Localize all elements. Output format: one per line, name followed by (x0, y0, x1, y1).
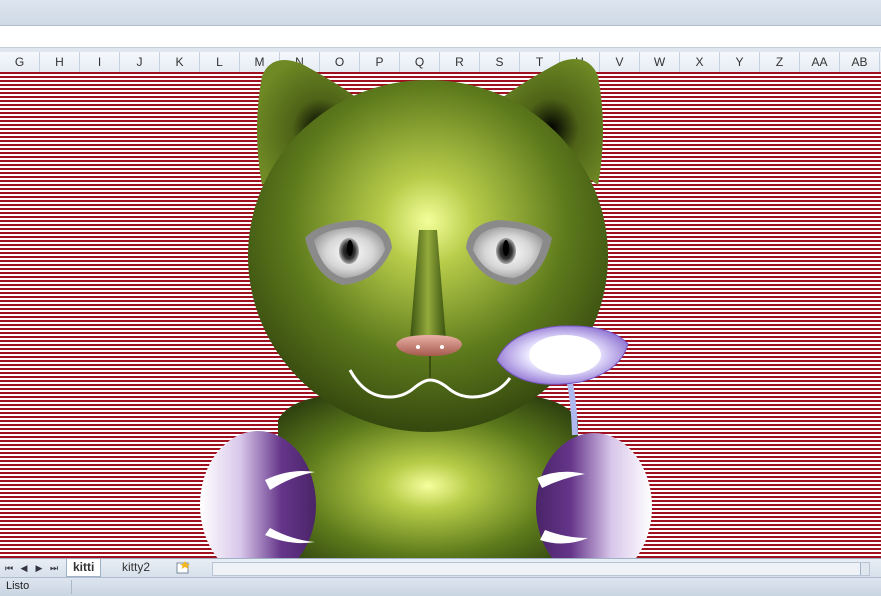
last-sheet-button[interactable]: ⏭ (48, 561, 60, 575)
right-pupil-slit (503, 240, 509, 256)
horizontal-scrollbar[interactable] (212, 562, 870, 576)
nostril (416, 345, 420, 349)
status-bar: Listo (0, 577, 881, 596)
formula-bar[interactable] (0, 26, 881, 48)
sheet-tab-bar: ⏮ ◀ ▶ ⏭ kitti kitty2 (0, 558, 881, 577)
sheet-tab-kitty2[interactable]: kitty2 (116, 559, 156, 576)
scrollbar-thumb[interactable] (860, 563, 869, 575)
status-divider (71, 580, 72, 594)
kitty-drawing[interactable] (0, 52, 881, 595)
window-top-strip (0, 0, 881, 26)
insert-sheet-icon[interactable] (174, 560, 194, 575)
left-pupil-slit (347, 240, 353, 256)
flower-center (529, 335, 601, 375)
next-sheet-button[interactable]: ▶ (33, 561, 45, 575)
first-sheet-button[interactable]: ⏮ (3, 561, 15, 575)
sheet-tab-kitti[interactable]: kitti (66, 559, 102, 577)
nostril (440, 345, 444, 349)
nose (396, 335, 462, 356)
status-text: Listo (6, 580, 30, 592)
prev-sheet-button[interactable]: ◀ (18, 561, 30, 575)
left-paw (200, 431, 316, 579)
